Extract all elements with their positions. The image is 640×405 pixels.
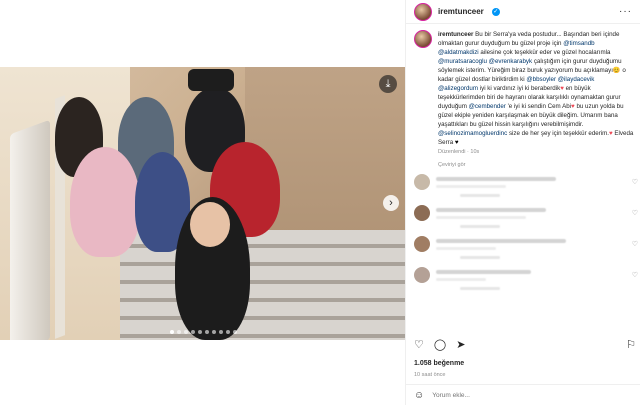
- comment-like-icon[interactable]: ♡: [632, 178, 638, 186]
- mention-link[interactable]: @alizegordum: [438, 85, 478, 92]
- post-media: ⤓ ›: [0, 0, 405, 405]
- comment-body: [436, 267, 626, 281]
- mention-link[interactable]: @ilaydacevik: [558, 76, 595, 83]
- comment-text-blurred: [436, 270, 531, 274]
- mention-link[interactable]: @cembender: [469, 103, 506, 110]
- carousel-dot[interactable]: [219, 330, 223, 334]
- carousel-dots: [170, 330, 237, 334]
- view-replies-blurred[interactable]: [460, 287, 500, 290]
- carousel-dot[interactable]: [226, 330, 230, 334]
- comment-meta-blurred: [436, 216, 526, 219]
- carousel-dot[interactable]: [212, 330, 216, 334]
- emoji-icon[interactable]: ☺: [414, 390, 424, 401]
- view-replies-blurred[interactable]: [460, 256, 500, 259]
- mention-link[interactable]: @aldatmakdizi: [438, 49, 479, 56]
- comment-text-blurred: [436, 239, 566, 243]
- comment-body: [436, 174, 626, 188]
- post-time: 10 saat önce: [414, 372, 446, 378]
- download-icon[interactable]: ⤓: [379, 75, 397, 93]
- comment-meta-blurred: [436, 185, 506, 188]
- comment-avatar[interactable]: [414, 236, 430, 252]
- comment-item: ♡: [414, 174, 638, 190]
- comment-icon[interactable]: ◯: [434, 338, 446, 351]
- photo-face: [190, 202, 230, 247]
- carousel-dot[interactable]: [177, 330, 181, 334]
- comment-item: ♡: [414, 267, 638, 283]
- post-actions: ♡ ◯ ➤ ⚐: [414, 338, 636, 351]
- post-photo[interactable]: ⤓ ›: [0, 67, 405, 340]
- comment-like-icon[interactable]: ♡: [632, 271, 638, 279]
- comment-avatar[interactable]: [414, 174, 430, 190]
- comment-like-icon[interactable]: ♡: [632, 240, 638, 248]
- heart-icon[interactable]: ♡: [414, 338, 424, 351]
- post-panel: iremtunceer ✓ ··· iremtunceer Bu bir Ser…: [405, 0, 640, 405]
- comment-input[interactable]: [432, 391, 633, 399]
- caption-segment: ailesine çok teşekkür eder ve güzel hoca…: [478, 49, 611, 56]
- mention-link[interactable]: @muratsaracoglu: [438, 58, 487, 65]
- view-replies-blurred[interactable]: [460, 194, 500, 197]
- see-translation-link[interactable]: Çeviriyi gör: [438, 162, 638, 168]
- bookmark-icon[interactable]: ⚐: [626, 338, 636, 351]
- caption-segment: size de her şey için teşekkür ederim.: [507, 130, 610, 137]
- carousel-dot[interactable]: [184, 330, 188, 334]
- comment-avatar[interactable]: [414, 205, 430, 221]
- caption-text: iremtunceer Bu bir Serra'ya veda postudu…: [438, 30, 636, 147]
- caption-segment: iyi ki vardınız iyi ki beraberdik: [478, 85, 561, 92]
- caption-meta: Düzenlendi · 10s: [438, 149, 480, 155]
- view-replies-blurred[interactable]: [460, 225, 500, 228]
- caption-segment: 'e iyi ki sendin Cem Abi: [505, 103, 572, 110]
- comment-body: [436, 236, 626, 250]
- photo-person: [70, 147, 140, 257]
- photo-railing: [10, 119, 50, 340]
- carousel-dot[interactable]: [191, 330, 195, 334]
- verified-icon: ✓: [491, 7, 500, 16]
- mention-link[interactable]: @timsandb: [563, 40, 594, 47]
- caption-content: Bu bir Serra'ya veda postudur... Başında…: [438, 31, 633, 146]
- comment-like-icon[interactable]: ♡: [632, 209, 638, 217]
- carousel-dot[interactable]: [170, 330, 174, 334]
- avatar[interactable]: [414, 30, 432, 48]
- likes-count[interactable]: 1.058 beğenme: [414, 360, 464, 367]
- post-header: iremtunceer ✓ ···: [406, 0, 640, 24]
- carousel-dot[interactable]: [205, 330, 209, 334]
- comment-text-blurred: [436, 177, 556, 181]
- comment-box: ☺: [406, 384, 640, 405]
- black-heart-emoji: ♥: [454, 139, 459, 146]
- comment-meta-blurred: [436, 247, 496, 250]
- comment-item: ♡: [414, 236, 638, 252]
- comment-text-blurred: [436, 208, 546, 212]
- mention-link[interactable]: @evrenkarabyk: [489, 58, 532, 65]
- share-icon[interactable]: ➤: [456, 338, 465, 351]
- comment-avatar[interactable]: [414, 267, 430, 283]
- post-caption: iremtunceer Bu bir Serra'ya veda postudu…: [414, 30, 636, 155]
- carousel-dot[interactable]: [233, 330, 237, 334]
- mention-link[interactable]: @bbsoyler: [526, 76, 556, 83]
- carousel-dot[interactable]: [198, 330, 202, 334]
- comment-meta-blurred: [436, 278, 486, 281]
- photo-camera: [188, 69, 234, 91]
- chevron-right-icon[interactable]: ›: [383, 195, 399, 211]
- comment-body: [436, 205, 626, 219]
- comment-item: ♡: [414, 205, 638, 221]
- mention-link[interactable]: @selinozimamogluerdinc: [438, 130, 507, 137]
- caption-username[interactable]: iremtunceer: [438, 31, 473, 38]
- more-icon[interactable]: ···: [619, 6, 632, 17]
- avatar[interactable]: [414, 2, 432, 21]
- comments-list: Çeviriyi gör ♡ ♡ ♡ ♡: [414, 162, 638, 298]
- username[interactable]: iremtunceer: [438, 7, 484, 16]
